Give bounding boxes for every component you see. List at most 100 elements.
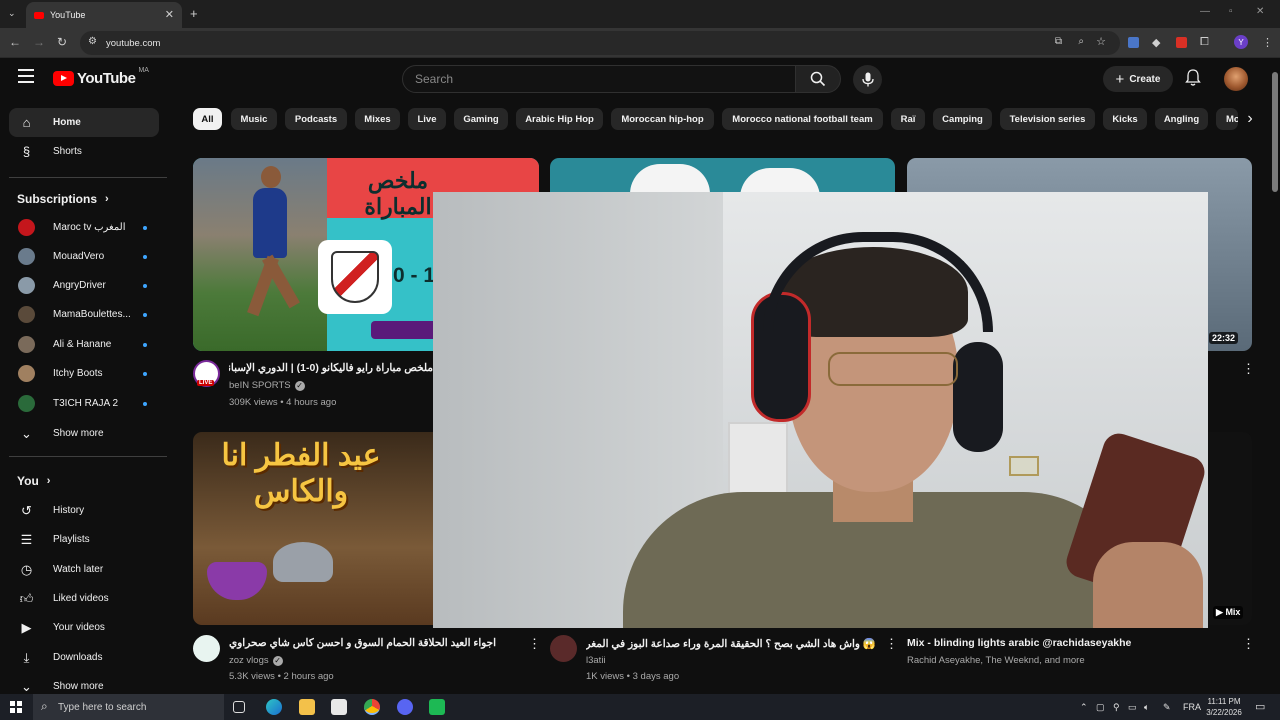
sidebar-subscription-mamaboulettes[interactable]: MamaBoulettes... (9, 300, 159, 329)
taskbar-clock[interactable]: 11:11 PM 3/22/2026 (1203, 696, 1245, 718)
zoom-icon[interactable]: ⌕ (1078, 36, 1084, 47)
tray-usb-icon[interactable]: ⚲ (1113, 702, 1120, 713)
tray-volume-icon[interactable]: 🔈︎ (1144, 702, 1149, 713)
microsoft-store-icon[interactable] (331, 699, 347, 715)
tab-close-icon[interactable]: ✕ (165, 8, 174, 21)
video-title-1[interactable]: ملخص مباراة رايو فاليكانو (0-1) | الدوري… (229, 362, 433, 374)
video-title-4[interactable]: اجواء العيد الحلاقة الحمام السوق و احسن … (229, 637, 524, 649)
notification-center-icon[interactable]: ▭ (1255, 700, 1265, 713)
maximize-icon[interactable]: ▫ (1229, 6, 1233, 17)
hamburger-menu-icon[interactable] (18, 69, 34, 83)
new-tab-button[interactable]: + (190, 6, 198, 21)
sidebar-show-more-subscriptions[interactable]: ⌄ Show more (9, 419, 159, 448)
chip-kicks[interactable]: Kicks (1103, 108, 1147, 130)
sidebar-subscription-itchy-boots[interactable]: Itchy Boots (9, 359, 159, 388)
chip-television-series[interactable]: Television series (1000, 108, 1095, 130)
site-info-icon[interactable]: ⚙ (88, 36, 97, 47)
bookmark-star-icon[interactable]: ☆ (1096, 35, 1106, 48)
search-button[interactable] (795, 65, 841, 93)
address-bar[interactable]: ⚙ youtube.com ⧉ ⌕ ☆ (80, 31, 1120, 55)
tab-search-icon[interactable]: ⌄ (8, 8, 16, 19)
subscriptions-heading[interactable]: Subscriptions › (17, 192, 109, 206)
sidebar-subscription-angrydriver[interactable]: AngryDriver (9, 271, 159, 300)
file-explorer-icon[interactable] (299, 699, 315, 715)
channel-name-5[interactable]: l3atii (586, 655, 606, 666)
chip-mixes[interactable]: Mixes (355, 108, 400, 130)
page-scrollbar[interactable] (1270, 58, 1280, 694)
chrome-menu-icon[interactable]: ⋮ (1262, 36, 1273, 49)
sidebar-item-your-videos[interactable]: ▶ Your videos (9, 613, 159, 642)
channel-avatar (18, 248, 35, 265)
profile-icon[interactable]: Y (1234, 35, 1248, 49)
reload-icon[interactable]: ↻ (57, 35, 67, 49)
chip-music[interactable]: Music (231, 108, 277, 130)
language-indicator[interactable]: FRA (1183, 702, 1201, 712)
app-green-icon[interactable] (429, 699, 445, 715)
windows-start-icon[interactable] (10, 701, 22, 713)
channel-name-1[interactable]: beIN SPORTS ✓ (229, 380, 305, 391)
chip-rai[interactable]: Raï (891, 108, 925, 130)
chip-more-truncated[interactable]: Mo (1216, 108, 1238, 130)
sidebar-item-watch-later[interactable]: ◷ Watch later (9, 555, 159, 584)
sidebar-item-downloads[interactable]: ⤓ Downloads (9, 643, 159, 672)
sidebar-item-playlists[interactable]: ☰ Playlists (9, 525, 159, 554)
channel-avatar-zoz-vlogs[interactable] (193, 635, 220, 662)
back-icon[interactable]: ← (9, 35, 21, 49)
scrollbar-thumb[interactable] (1272, 72, 1278, 192)
account-avatar[interactable] (1224, 67, 1248, 91)
tray-network-icon[interactable]: ▭ (1128, 702, 1137, 713)
create-button[interactable]: + Create (1103, 66, 1173, 92)
chip-live[interactable]: Live (408, 108, 446, 130)
chip-morocco-national-football-team[interactable]: Morocco national football team (722, 108, 883, 130)
browser-tab-youtube[interactable]: YouTube ✕ (26, 2, 182, 28)
chip-all[interactable]: All (193, 108, 222, 130)
notifications-bell-icon[interactable] (1185, 69, 1201, 92)
extension-diamond-icon[interactable]: ◆ (1152, 36, 1160, 49)
tray-pen-icon[interactable]: ✎ (1163, 702, 1171, 713)
chip-camping[interactable]: Camping (933, 108, 992, 130)
chip-arabic-hip-hop[interactable]: Arabic Hip Hop (516, 108, 603, 130)
chip-angling[interactable]: Angling (1155, 108, 1208, 130)
tray-icon-a[interactable]: ▢ (1096, 702, 1105, 713)
you-heading[interactable]: You › (17, 474, 50, 488)
channel-avatar-bein-sports[interactable]: LIVE (193, 360, 220, 387)
sidebar-subscription-mouadvero[interactable]: MouadVero (9, 242, 159, 271)
channel-avatar-l3atii[interactable] (550, 635, 577, 662)
channel-name-4[interactable]: zoz vlogs ✓ (229, 655, 283, 666)
chip-gaming[interactable]: Gaming (454, 108, 508, 130)
video-options-kebab-icon[interactable]: ⋮ (1242, 361, 1255, 377)
sidebar-item-history[interactable]: ↺ History (9, 496, 159, 525)
sidebar-subscription-t3ich-raja[interactable]: T3ICH RAJA 2 (9, 389, 159, 418)
sidebar-subscription-maroc-tv[interactable]: Maroc tv المغرب (9, 213, 159, 242)
chip-moroccan-hip-hop[interactable]: Moroccan hip-hop (611, 108, 714, 130)
video-title-5[interactable]: 😱 واش هاد الشي بصح ؟ الحقيقة المرة وراء … (586, 637, 876, 650)
minimize-icon[interactable]: — (1200, 6, 1210, 17)
tray-expand-icon[interactable]: ⌃ (1080, 702, 1088, 713)
sidebar-item-home[interactable]: ⌂ Home (9, 108, 159, 137)
logo-text: YouTube (77, 70, 136, 87)
discord-icon[interactable] (397, 699, 413, 715)
extension-pdf-icon[interactable] (1176, 37, 1187, 48)
extensions-puzzle-icon[interactable]: ⧠ (1200, 36, 1209, 49)
sidebar-item-liked-videos[interactable]: 👍︎ Liked videos (9, 584, 159, 613)
chrome-icon[interactable] (364, 699, 380, 715)
forward-icon[interactable]: → (33, 35, 45, 49)
edge-browser-icon[interactable] (266, 699, 282, 715)
video-title-6[interactable]: Mix - blinding lights arabic @rachidasey… (907, 637, 1237, 649)
youtube-logo[interactable]: YouTube MA (53, 67, 149, 87)
sidebar-item-shorts[interactable]: § Shorts (9, 137, 159, 166)
cast-icon[interactable]: ⧉ (1055, 36, 1062, 47)
video-options-kebab-icon[interactable]: ⋮ (885, 636, 898, 652)
video-options-kebab-icon[interactable]: ⋮ (1242, 636, 1255, 652)
extension-translate-icon[interactable] (1128, 37, 1139, 48)
task-view-icon[interactable] (233, 701, 245, 713)
taskbar-search-input[interactable]: ⌕ Type here to search (33, 694, 224, 720)
chips-next-button[interactable]: › (1238, 106, 1262, 132)
video-options-kebab-icon[interactable]: ⋮ (528, 636, 541, 652)
chip-podcasts[interactable]: Podcasts (285, 108, 347, 130)
sidebar-item-label: Home (53, 117, 81, 128)
voice-search-button[interactable] (853, 65, 882, 94)
sidebar-subscription-ali-hanane[interactable]: Ali & Hanane (9, 330, 159, 359)
close-window-icon[interactable]: ✕ (1256, 6, 1264, 17)
search-input[interactable]: Search (402, 65, 796, 93)
